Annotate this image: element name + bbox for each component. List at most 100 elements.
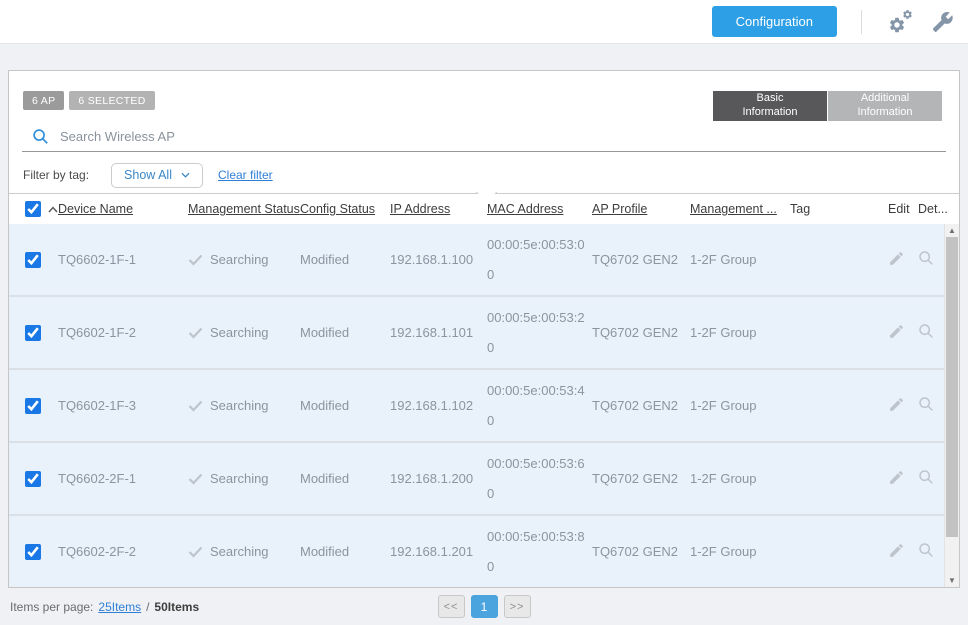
status-check-icon [188, 400, 203, 412]
edit-pencil-icon[interactable] [888, 250, 905, 267]
management-group-cell: 1-2F Group [690, 544, 790, 559]
top-toolbar: Configuration [0, 0, 968, 44]
table-header-row: Device Name Management Status Config Sta… [9, 194, 959, 224]
details-magnifier-icon[interactable] [918, 396, 934, 412]
pager: << 1 >> [438, 595, 531, 618]
management-group-cell: 1-2F Group [690, 398, 790, 413]
management-status-text: Searching [210, 471, 269, 486]
config-status-cell: Modified [300, 252, 390, 267]
table-row[interactable]: TQ6602-1F-1 Searching Modified 192.168.1… [9, 224, 944, 297]
previous-page-button[interactable]: << [438, 595, 465, 618]
management-group-cell: 1-2F Group [690, 252, 790, 267]
ap-profile-cell: TQ6702 GEN2 [592, 398, 690, 413]
device-name-cell: TQ6602-1F-3 [58, 398, 188, 413]
header-tag: Tag [790, 202, 888, 216]
table-row[interactable]: TQ6602-1F-3 Searching Modified 192.168.1… [9, 370, 944, 443]
device-name-cell: TQ6602-2F-2 [58, 544, 188, 559]
status-check-icon [188, 327, 203, 339]
header-management-status[interactable]: Management Status [188, 202, 300, 216]
ip-address-cell: 192.168.1.201 [390, 544, 487, 559]
next-page-button[interactable]: >> [504, 595, 531, 618]
ip-address-cell: 192.168.1.100 [390, 252, 487, 267]
device-name-cell: TQ6602-2F-1 [58, 471, 188, 486]
chevron-down-icon [181, 172, 190, 178]
management-group-cell: 1-2F Group [690, 325, 790, 340]
management-status-cell: Searching [188, 252, 300, 267]
items-per-page-50-current[interactable]: 50Items [154, 600, 199, 614]
ip-address-cell: 192.168.1.101 [390, 325, 487, 340]
tag-filter-dropdown[interactable]: Show All [111, 163, 203, 188]
tab-additional-information[interactable]: Additional Information [828, 91, 942, 121]
edit-pencil-icon[interactable] [888, 396, 905, 413]
status-check-icon [188, 254, 203, 266]
vertical-scrollbar[interactable]: ▲ ▼ [944, 223, 959, 587]
clear-filter-link[interactable]: Clear filter [218, 168, 273, 182]
header-ap-profile[interactable]: AP Profile [592, 202, 690, 216]
details-magnifier-icon[interactable] [918, 323, 934, 339]
status-check-icon [188, 473, 203, 485]
config-status-cell: Modified [300, 544, 390, 559]
table-row[interactable]: TQ6602-1F-2 Searching Modified 192.168.1… [9, 297, 944, 370]
details-magnifier-icon[interactable] [918, 542, 934, 558]
toolbar-divider [861, 10, 862, 34]
header-device-name[interactable]: Device Name [58, 202, 188, 216]
management-status-cell: Searching [188, 398, 300, 413]
search-icon [32, 128, 49, 145]
edit-pencil-icon[interactable] [888, 542, 905, 559]
items-per-page-label: Items per page: [10, 600, 93, 614]
config-status-cell: Modified [300, 325, 390, 340]
scroll-down-icon[interactable]: ▼ [945, 574, 959, 586]
row-select-checkbox[interactable] [25, 398, 41, 414]
scrollbar-thumb[interactable] [946, 237, 958, 537]
tab-basic-information[interactable]: Basic Information [713, 91, 827, 121]
table-row[interactable]: TQ6602-2F-2 Searching Modified 192.168.1… [9, 516, 944, 587]
items-per-page-25-link[interactable]: 25Items [98, 600, 141, 614]
info-tabs: Basic Information Additional Information [713, 91, 942, 121]
items-per-page: Items per page: 25Items / 50Items [10, 600, 199, 614]
management-status-text: Searching [210, 325, 269, 340]
details-magnifier-icon[interactable] [918, 250, 934, 266]
table-row[interactable]: TQ6602-2F-1 Searching Modified 192.168.1… [9, 443, 944, 516]
settings-gear-icon[interactable] [888, 10, 912, 34]
status-check-icon [188, 546, 203, 558]
header-management-group[interactable]: Management ... [690, 202, 790, 216]
edit-pencil-icon[interactable] [888, 323, 905, 340]
row-select-checkbox[interactable] [25, 544, 41, 560]
configuration-button[interactable]: Configuration [712, 6, 837, 37]
management-status-text: Searching [210, 252, 269, 267]
edit-pencil-icon[interactable] [888, 469, 905, 486]
header-config-status[interactable]: Config Status [300, 202, 390, 216]
device-name-cell: TQ6602-1F-2 [58, 325, 188, 340]
ip-address-cell: 192.168.1.102 [390, 398, 487, 413]
management-status-text: Searching [210, 398, 269, 413]
details-magnifier-icon[interactable] [918, 469, 934, 485]
ap-profile-cell: TQ6702 GEN2 [592, 544, 690, 559]
filter-by-tag-label: Filter by tag: [23, 168, 89, 182]
config-status-cell: Modified [300, 471, 390, 486]
tag-filter-value: Show All [124, 168, 172, 182]
scroll-up-icon[interactable]: ▲ [945, 224, 959, 236]
items-per-page-separator: / [146, 600, 149, 614]
sort-ascending-icon[interactable] [48, 206, 58, 213]
row-select-checkbox[interactable] [25, 471, 41, 487]
row-select-checkbox[interactable] [25, 325, 41, 341]
config-status-cell: Modified [300, 398, 390, 413]
management-group-cell: 1-2F Group [690, 471, 790, 486]
search-input[interactable] [60, 129, 946, 144]
select-all-checkbox[interactable] [25, 201, 41, 217]
ap-count-badge: 6 AP [23, 91, 64, 110]
header-mac-address[interactable]: MAC Address [487, 202, 587, 216]
mac-address-cell: 00:00:5e:00:53:00 [487, 230, 587, 290]
row-select-checkbox[interactable] [25, 252, 41, 268]
current-page-button[interactable]: 1 [471, 595, 498, 618]
selected-count-badge: 6 SELECTED [69, 91, 154, 110]
header-ip-address[interactable]: IP Address [390, 202, 487, 216]
mac-address-cell: 00:00:5e:00:53:20 [487, 303, 587, 363]
search-bar [22, 122, 946, 152]
tools-wrench-icon[interactable] [932, 11, 954, 33]
header-edit: Edit [888, 202, 918, 216]
tab-basic-information-label: Basic Information [729, 92, 811, 120]
header-details: Det... [918, 202, 944, 216]
ap-profile-cell: TQ6702 GEN2 [592, 325, 690, 340]
ip-address-cell: 192.168.1.200 [390, 471, 487, 486]
